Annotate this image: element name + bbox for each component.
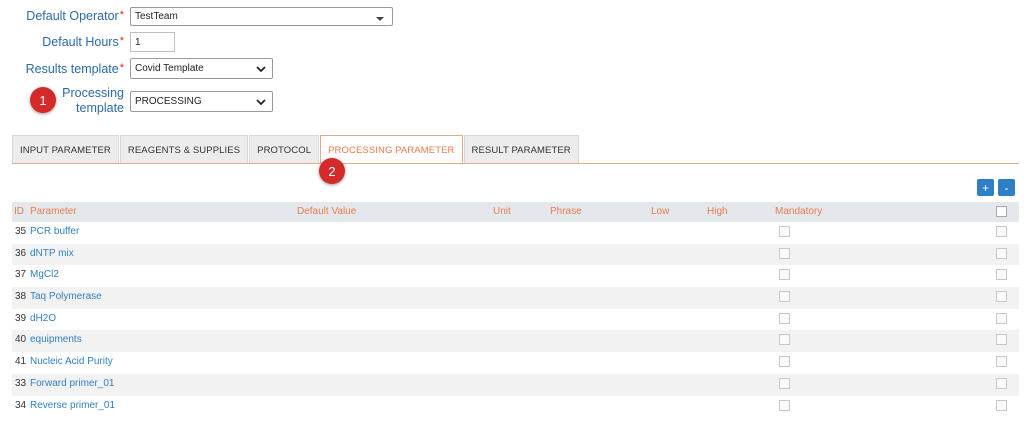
row-select-checkbox[interactable]	[996, 291, 1007, 303]
mandatory-checkbox[interactable]	[779, 269, 790, 281]
table-row: 35 PCR buffer	[12, 222, 1019, 244]
results-template-select[interactable]: Covid Template	[130, 58, 273, 79]
mandatory-checkbox[interactable]	[779, 226, 790, 237]
header-parameter: Parameter	[30, 206, 77, 217]
tab-underline	[12, 163, 1019, 164]
step-badge-1: 1	[30, 87, 56, 113]
header-default-value: Default Value	[297, 206, 357, 217]
row-id: 36	[15, 247, 27, 259]
table-row: 33 Forward primer_01	[12, 373, 1019, 396]
row-id: 35	[15, 226, 27, 237]
caret-down-icon	[376, 17, 384, 21]
row-parameter-link[interactable]: Nucleic Acid Purity	[30, 352, 113, 372]
results-template-value: Covid Template	[135, 63, 204, 74]
default-hours-input[interactable]: 1	[130, 32, 175, 52]
row-select-checkbox[interactable]	[996, 269, 1007, 281]
processing-template-label-line1: Processing	[62, 86, 124, 100]
row-id: 40	[15, 334, 27, 346]
parameter-table: ID Parameter Default Value Unit Phrase L…	[12, 202, 1019, 417]
row-select-checkbox[interactable]	[996, 356, 1007, 368]
select-all-checkbox[interactable]	[996, 206, 1007, 217]
required-mark: *	[119, 35, 124, 47]
row-select-checkbox[interactable]	[996, 312, 1007, 324]
header-id: ID	[14, 206, 24, 217]
row-id: 38	[15, 291, 27, 303]
remove-row-button[interactable]: -	[998, 179, 1015, 196]
header-mandatory: Mandatory	[775, 206, 823, 217]
row-select-checkbox[interactable]	[996, 226, 1007, 237]
default-hours-label-text: Default Hours	[42, 35, 119, 49]
row-id: 41	[15, 356, 27, 368]
row-select-checkbox[interactable]	[996, 399, 1007, 411]
default-operator-select[interactable]: TestTeam	[130, 7, 393, 26]
default-operator-label-text: Default Operator	[26, 9, 119, 23]
header-phrase: Phrase	[550, 206, 582, 217]
processing-template-label-line2: template	[76, 101, 124, 115]
default-operator-value: TestTeam	[135, 11, 178, 22]
chevron-down-icon	[256, 66, 266, 73]
processing-template-label: Processing template	[62, 86, 124, 116]
parameter-tabs: INPUT PARAMETER REAGENTS & SUPPLIES PROT…	[12, 135, 580, 164]
table-row: 37 MgCl2	[12, 265, 1019, 287]
header-unit: Unit	[493, 206, 511, 217]
row-parameter-link[interactable]: equipments	[30, 330, 82, 350]
row-parameter-link[interactable]: dH2O	[30, 309, 56, 329]
chevron-down-icon	[256, 99, 266, 106]
mandatory-checkbox[interactable]	[779, 399, 790, 411]
default-operator-label: Default Operator*	[26, 9, 124, 23]
step-badge-2: 2	[319, 158, 345, 184]
default-hours-label: Default Hours*	[42, 35, 124, 49]
table-row: 34 Reverse primer_01	[12, 396, 1019, 418]
required-mark: *	[119, 62, 124, 74]
tab-protocol[interactable]: PROTOCOL	[249, 135, 320, 164]
table-row: 39 dH2O	[12, 309, 1019, 331]
mandatory-checkbox[interactable]	[779, 291, 790, 303]
tab-input-parameter[interactable]: INPUT PARAMETER	[12, 135, 119, 164]
add-row-button[interactable]: +	[977, 179, 994, 196]
row-parameter-link[interactable]: dNTP mix	[30, 244, 74, 264]
mandatory-checkbox[interactable]	[779, 356, 790, 368]
processing-template-select[interactable]: PROCESSING	[130, 91, 273, 112]
mandatory-checkbox[interactable]	[779, 247, 790, 259]
row-select-checkbox[interactable]	[996, 247, 1007, 259]
results-template-label-text: Results template	[25, 62, 119, 76]
row-parameter-link[interactable]: Forward primer_01	[30, 374, 114, 394]
row-parameter-link[interactable]: Taq Polymerase	[30, 287, 102, 307]
row-parameter-link[interactable]: Reverse primer_01	[30, 396, 115, 416]
mandatory-checkbox[interactable]	[779, 334, 790, 346]
row-id: 39	[15, 312, 27, 324]
row-select-checkbox[interactable]	[996, 377, 1007, 389]
row-parameter-link[interactable]: MgCl2	[30, 265, 59, 285]
table-row: 38 Taq Polymerase	[12, 287, 1019, 309]
required-mark: *	[119, 9, 124, 21]
table-header: ID Parameter Default Value Unit Phrase L…	[12, 202, 1019, 222]
tab-reagents-supplies[interactable]: REAGENTS & SUPPLIES	[119, 135, 249, 164]
row-parameter-link[interactable]: PCR buffer	[30, 222, 79, 242]
tab-processing-parameter[interactable]: PROCESSING PARAMETER	[320, 135, 463, 164]
mandatory-checkbox[interactable]	[779, 377, 790, 389]
row-select-checkbox[interactable]	[996, 334, 1007, 346]
default-hours-value: 1	[135, 36, 141, 48]
table-row: 41 Nucleic Acid Purity	[12, 352, 1019, 374]
table-row: 36 dNTP mix	[12, 243, 1019, 266]
row-id: 33	[15, 377, 27, 389]
processing-template-value: PROCESSING	[135, 96, 202, 107]
header-high: High	[707, 206, 728, 217]
table-row: 40 equipments	[12, 330, 1019, 353]
table-body: 35 PCR buffer 36 dNTP mix 37 MgCl2 38 Taq Polym…	[12, 222, 1019, 417]
row-id: 37	[15, 269, 27, 281]
mandatory-checkbox[interactable]	[779, 312, 790, 324]
header-low: Low	[651, 206, 670, 217]
results-template-label: Results template*	[26, 62, 124, 76]
tab-result-parameter[interactable]: RESULT PARAMETER	[463, 135, 579, 164]
row-id: 34	[15, 399, 27, 411]
